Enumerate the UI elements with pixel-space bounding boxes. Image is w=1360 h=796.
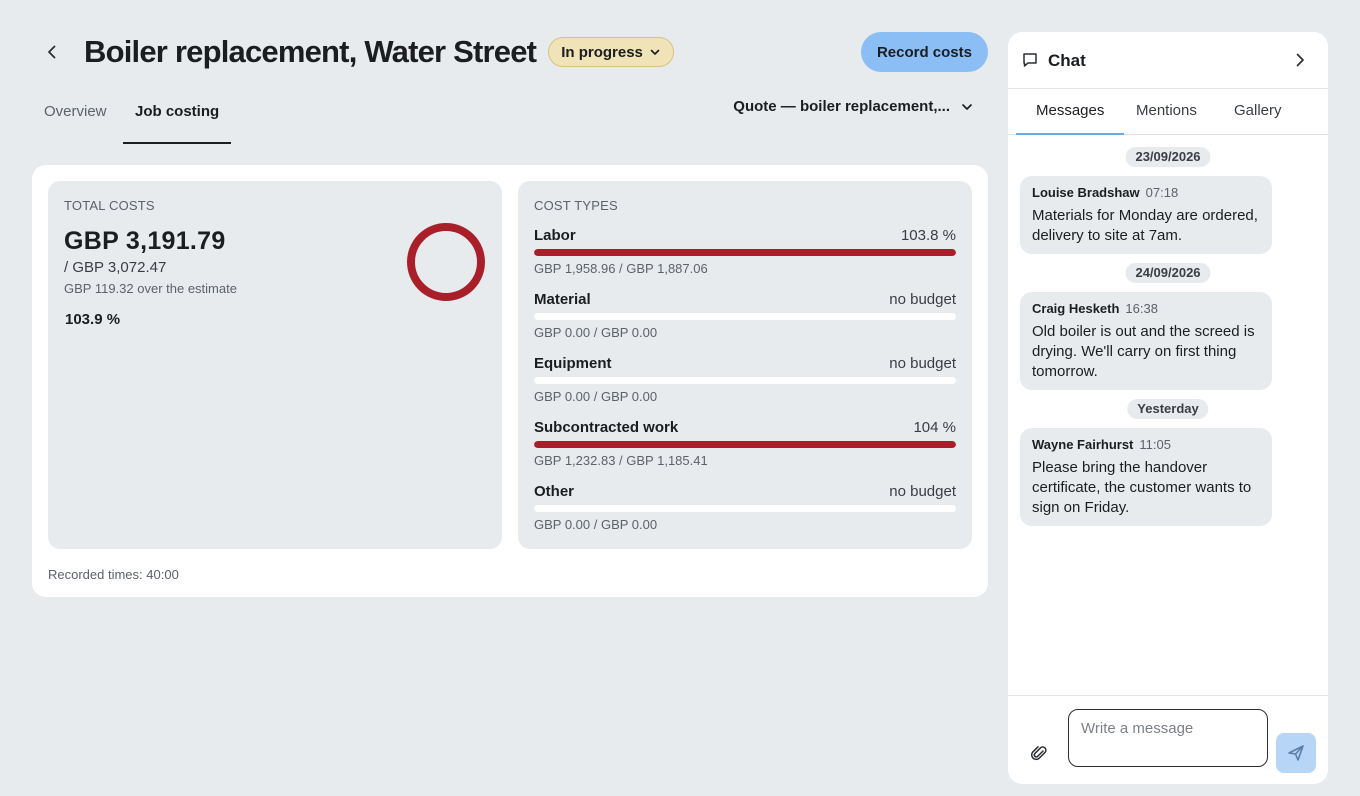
cost-bar-track <box>534 313 956 320</box>
cost-row-labor: Labor 103.8 % GBP 1,958.96 / GBP 1,887.0… <box>534 227 956 283</box>
paperclip-icon[interactable] <box>1030 744 1048 762</box>
message-text: Materials for Monday are ordered, delive… <box>1032 207 1258 244</box>
chevron-left-icon <box>48 45 56 59</box>
cost-name: Labor <box>534 227 576 244</box>
recorded-times: Recorded times: 40:00 <box>48 567 179 582</box>
cost-bar-fill <box>534 249 956 256</box>
donut-fill <box>407 223 485 301</box>
chevron-right-icon[interactable] <box>1292 51 1308 69</box>
cost-percent: 103.8 % <box>900 227 956 244</box>
total-costs-panel: TOTAL COSTS GBP 3,191.79 / GBP 3,072.47 … <box>48 181 502 549</box>
tab-job-costing[interactable]: Job costing <box>123 96 232 144</box>
cost-percent: 104 % <box>913 419 956 436</box>
date-separator: 24/09/2026 <box>1125 263 1211 283</box>
cost-bar-track <box>534 377 956 384</box>
cost-percent: no budget <box>889 291 956 308</box>
message-text: Old boiler is out and the screed is dryi… <box>1032 323 1255 380</box>
quote-select-label: Quote — boiler replacement,... <box>733 98 950 115</box>
message-author: Craig Hesketh <box>1032 301 1120 316</box>
date-separator: Yesterday <box>1127 399 1209 419</box>
cost-amounts: GBP 1,958.96 / GBP 1,887.06 <box>534 261 708 276</box>
quote-select[interactable]: Quote — boiler replacement,... <box>733 98 974 115</box>
chat-title: Chat <box>1048 51 1086 70</box>
cost-name: Other <box>534 483 575 500</box>
cost-types-panel: COST TYPES Labor 103.8 % GBP 1,958.96 / … <box>518 181 972 549</box>
record-costs-button[interactable]: Record costs <box>860 32 988 72</box>
chat-message: Wayne Fairhurst 11:05 Please bring the ha… <box>1020 428 1272 526</box>
chat-tab-messages[interactable]: Messages <box>1016 89 1125 135</box>
chat-message: Craig Hesketh 16:38 Old boiler is out and… <box>1020 292 1272 390</box>
chat-tab-mentions[interactable]: Mentions <box>1116 89 1217 135</box>
chat-tab-bar: Messages Mentions Gallery <box>1008 89 1328 135</box>
cost-percent: no budget <box>889 355 956 372</box>
cost-name: Material <box>534 291 591 308</box>
message-time: 11:05 <box>1139 437 1171 452</box>
cost-row-equipment: Equipment no budget GBP 0.00 / GBP 0.00 <box>534 355 956 411</box>
chat-header: Chat <box>1008 32 1328 89</box>
message-author: Wayne Fairhurst <box>1032 437 1134 452</box>
cost-name: Subcontracted work <box>534 419 679 436</box>
cost-name: Equipment <box>534 355 612 372</box>
send-button[interactable] <box>1276 733 1316 773</box>
cost-amounts: GBP 1,232.83 / GBP 1,185.41 <box>534 453 708 468</box>
total-amount: GBP 3,191.79 <box>64 227 226 255</box>
cost-row-other: Other no budget GBP 0.00 / GBP 0.00 <box>534 483 956 539</box>
cost-row-material: Material no budget GBP 0.00 / GBP 0.00 <box>534 291 956 347</box>
total-costs-label: TOTAL COSTS <box>64 198 155 213</box>
message-author: Louise Bradshaw <box>1032 185 1140 200</box>
cost-bar-track <box>534 505 956 512</box>
tab-bar: Overview Job costing Quote — boiler repl… <box>32 96 988 144</box>
cost-amounts: GBP 0.00 / GBP 0.00 <box>534 389 658 404</box>
total-percent: 103.9 % <box>65 311 121 328</box>
chat-tab-gallery[interactable]: Gallery <box>1214 89 1302 135</box>
page-header: Boiler replacement, Water Street In prog… <box>32 30 988 74</box>
chat-message: Louise Bradshaw 07:18 Materials for Monda… <box>1020 176 1272 254</box>
total-budget: / GBP 3,072.47 <box>64 259 167 276</box>
over-estimate-text: GBP 119.32 over the estimate <box>64 281 237 296</box>
cost-bar-track <box>534 441 956 448</box>
message-input[interactable] <box>1068 709 1268 767</box>
message-time: 07:18 <box>1145 185 1179 200</box>
cost-amounts: GBP 0.00 / GBP 0.00 <box>534 517 658 532</box>
tab-overview[interactable]: Overview <box>32 96 119 144</box>
status-dropdown[interactable]: In progress <box>548 37 674 67</box>
job-costing-card: TOTAL COSTS GBP 3,191.79 / GBP 3,072.47 … <box>32 165 988 597</box>
status-label: In progress <box>561 43 643 61</box>
message-time: 16:38 <box>1125 301 1158 316</box>
chat-panel: Chat Messages Mentions Gallery 23/09/202… <box>1008 32 1328 784</box>
message-composer <box>1008 695 1328 784</box>
page-title: Boiler replacement, Water Street <box>84 34 537 69</box>
cost-bar-track <box>534 249 956 256</box>
message-text: Please bring the handover certificate, t… <box>1032 459 1252 516</box>
cost-bar-fill <box>534 441 956 448</box>
cost-row-subcontracted-work: Subcontracted work 104 % GBP 1,232.83 / … <box>534 419 956 475</box>
cost-amounts: GBP 0.00 / GBP 0.00 <box>534 325 658 340</box>
cost-percent: no budget <box>889 483 956 500</box>
chevron-down-icon <box>650 49 660 55</box>
cost-types-label: COST TYPES <box>534 198 618 213</box>
total-costs-donut <box>407 223 485 301</box>
send-icon <box>1288 745 1304 761</box>
date-separator: 23/09/2026 <box>1125 147 1211 167</box>
back-button[interactable] <box>32 32 72 72</box>
chat-bubble-icon <box>1023 53 1037 67</box>
chevron-down-icon <box>962 103 972 110</box>
main-content: Boiler replacement, Water Street In prog… <box>32 30 988 597</box>
